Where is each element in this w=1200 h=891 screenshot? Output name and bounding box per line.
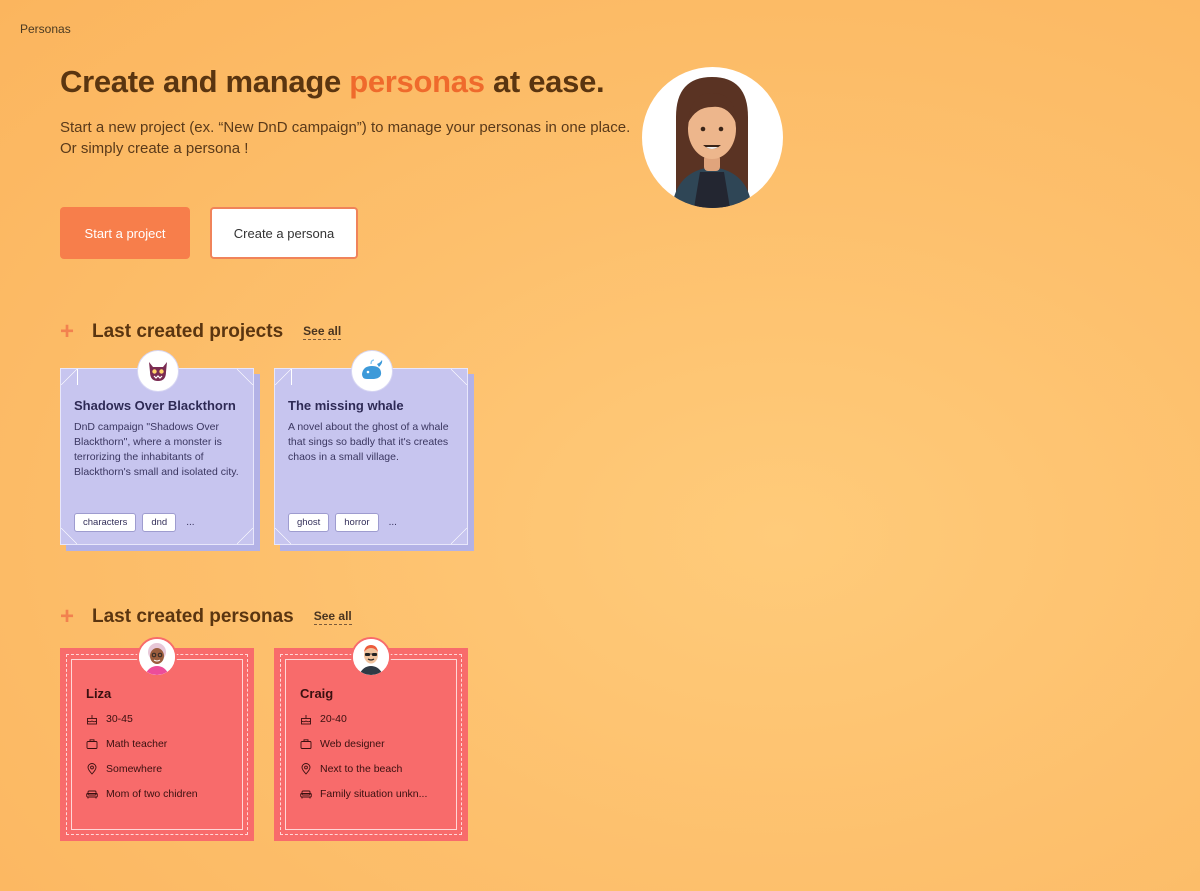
persona-location-row: Next to the beach	[300, 763, 402, 775]
project-tags: characters dnd ...	[74, 513, 195, 532]
persona-age: 20-40	[320, 713, 347, 725]
persona-location: Next to the beach	[320, 763, 403, 775]
tag[interactable]: ghost	[288, 513, 330, 532]
tag[interactable]: characters	[74, 513, 137, 532]
cake-icon	[87, 715, 97, 725]
persona-family: Mom of two chidren	[106, 788, 198, 800]
tags-more: ...	[186, 517, 195, 528]
old-woman-avatar-icon	[139, 639, 175, 675]
create-persona-button[interactable]: Create a persona	[210, 207, 358, 259]
tags-more: ...	[388, 517, 397, 528]
personas-see-all-link[interactable]: See all	[313, 609, 352, 625]
projects-section-title: Last created projects	[92, 321, 284, 342]
woman-avatar-icon	[672, 77, 752, 208]
persona-name: Liza	[86, 686, 112, 701]
sofa-icon	[300, 790, 312, 799]
project-tags: ghost horror ...	[288, 513, 397, 532]
project-title: Shadows Over Blackthorn	[74, 398, 236, 413]
persona-avatar	[351, 637, 391, 677]
plus-icon: +	[60, 318, 75, 345]
project-title: The missing whale	[288, 398, 404, 413]
plus-icon: +	[60, 603, 75, 630]
persona-family: Family situation unkn...	[320, 788, 428, 800]
hero-title-pre: Create and manage	[60, 64, 350, 99]
projects-see-all-link[interactable]: See all	[303, 324, 342, 340]
persona-family-row: Mom of two chidren	[86, 788, 198, 800]
persona-age-row: 20-40	[300, 713, 347, 725]
persona-card[interactable]: Liza 30-45 Math teacher Somewhere Mom of…	[60, 637, 254, 841]
cake-icon	[301, 715, 311, 725]
project-description: A novel about the ghost of a whale that …	[288, 421, 449, 463]
persona-location-row: Somewhere	[86, 763, 162, 775]
persona-job: Web designer	[320, 738, 385, 750]
man-sunglasses-avatar-icon	[353, 639, 389, 675]
tag[interactable]: dnd	[142, 513, 177, 532]
start-project-button[interactable]: Start a project	[60, 207, 190, 259]
persona-name: Craig	[300, 686, 334, 701]
persona-location: Somewhere	[106, 763, 163, 775]
briefcase-icon	[86, 739, 98, 749]
persona-age-row: 30-45	[86, 713, 133, 725]
project-card[interactable]: Shadows Over Blackthorn DnD campaign "Sh…	[60, 351, 254, 545]
location-pin-icon	[301, 763, 311, 775]
devil-mask-icon	[138, 351, 178, 391]
persona-avatar	[137, 637, 177, 677]
whale-icon	[352, 351, 392, 391]
hero-title-accent: personas	[349, 64, 485, 99]
personas-section-header: + Last created personas See all	[60, 603, 352, 630]
hero-avatar	[642, 67, 783, 208]
app-title: Personas	[20, 22, 71, 36]
location-pin-icon	[87, 763, 97, 775]
persona-job: Math teacher	[106, 738, 168, 750]
project-description: DnD campaign "Shadows Over Blackthorn", …	[74, 421, 239, 478]
persona-age: 30-45	[106, 713, 133, 725]
persona-family-row: Family situation unkn...	[300, 788, 427, 800]
briefcase-icon	[300, 739, 312, 749]
sofa-icon	[86, 790, 98, 799]
persona-job-row: Math teacher	[86, 738, 167, 750]
project-card[interactable]: The missing whale A novel about the ghos…	[274, 351, 468, 545]
hero-title: Create and manage personas at ease.	[60, 64, 605, 100]
persona-job-row: Web designer	[300, 738, 385, 750]
tag[interactable]: horror	[335, 513, 379, 532]
personas-section-title: Last created personas	[92, 606, 294, 627]
projects-section-header: + Last created projects See all	[60, 318, 342, 345]
hero-subtitle: Start a new project (ex. “New DnD campai…	[60, 119, 631, 157]
hero-title-post: at ease.	[484, 64, 605, 99]
persona-card[interactable]: Craig 20-40 Web designer Next to the bea…	[274, 637, 468, 841]
